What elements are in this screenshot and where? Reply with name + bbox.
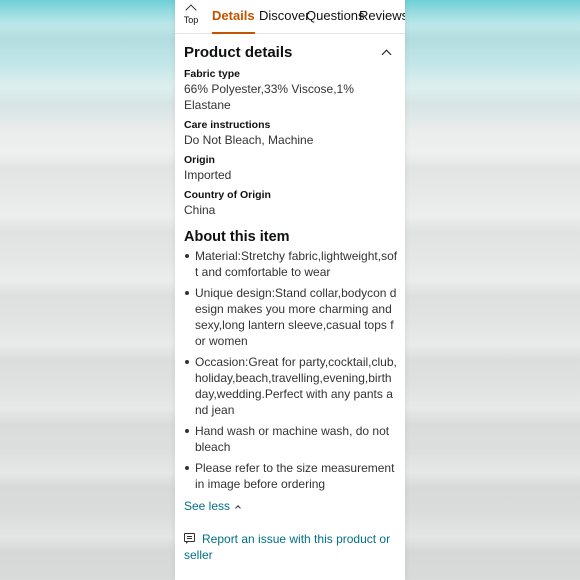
bullet-text: Unique design:Stand collar,bodycon desig… xyxy=(195,286,397,348)
background-blur-left xyxy=(0,0,175,580)
list-item: Unique design:Stand collar,bodycon desig… xyxy=(184,285,398,349)
bullet-text: Please refer to the size measurement in … xyxy=(195,461,395,491)
detail-label: Country of Origin xyxy=(184,189,271,201)
bullet-text: Occasion:Great for party,cocktail,club,h… xyxy=(195,355,397,417)
list-item: Please refer to the size measurement in … xyxy=(184,460,398,492)
product-details-heading: Product details xyxy=(184,43,293,61)
tab-questions[interactable]: Questions xyxy=(306,0,365,34)
list-item: Hand wash or machine wash, do not bleach xyxy=(184,423,398,455)
tab-details[interactable]: Details xyxy=(212,0,255,34)
detail-value: China xyxy=(184,203,216,217)
product-details-header[interactable]: Product details xyxy=(184,42,398,62)
see-less-label: See less xyxy=(184,499,231,513)
detail-value: 66% Polyester,33% Viscose,1% Elastane xyxy=(184,82,354,112)
detail-label: Fabric type xyxy=(184,68,241,80)
phone-screen: Top Details Discover Questions Reviews P… xyxy=(175,0,405,580)
detail-origin: Origin Imported xyxy=(184,154,398,183)
bullet-dot-icon xyxy=(185,254,189,258)
list-item: Occasion:Great for party,cocktail,club,h… xyxy=(184,354,398,418)
details-content: Product details Fabric type 66% Polyeste… xyxy=(184,42,398,563)
report-issue-label: Report an issue with this product or sel… xyxy=(184,532,391,562)
about-this-item-heading: About this item xyxy=(184,229,290,245)
bullet-dot-icon xyxy=(185,360,189,364)
bullet-text: Material:Stretchy fabric,lightweight,sof… xyxy=(195,249,398,279)
detail-value: Do Not Bleach, Machine xyxy=(184,133,314,147)
tab-discover[interactable]: Discover xyxy=(259,0,310,34)
tab-bar: Top Details Discover Questions Reviews xyxy=(175,0,405,34)
tab-top[interactable]: Top xyxy=(177,3,205,31)
tab-reviews[interactable]: Reviews xyxy=(359,0,405,34)
report-issue-link[interactable]: Report an issue with this product or sel… xyxy=(184,531,398,563)
detail-value: Imported xyxy=(184,168,232,182)
detail-label: Care instructions xyxy=(184,119,271,131)
chevron-up-icon xyxy=(185,4,197,16)
bullet-dot-icon xyxy=(185,291,189,295)
bullet-text: Hand wash or machine wash, do not bleach xyxy=(195,424,390,454)
about-bullet-list: Material:Stretchy fabric,lightweight,sof… xyxy=(184,248,398,492)
list-item: Material:Stretchy fabric,lightweight,sof… xyxy=(184,248,398,280)
message-icon xyxy=(184,533,195,544)
detail-label: Origin xyxy=(184,154,215,166)
detail-country-of-origin: Country of Origin China xyxy=(184,189,398,218)
caret-up-icon xyxy=(235,504,241,511)
see-less-link[interactable]: See less xyxy=(184,499,398,513)
tab-top-label: Top xyxy=(183,15,199,25)
bullet-dot-icon xyxy=(185,429,189,433)
bullet-dot-icon xyxy=(185,466,189,470)
background-blur-right xyxy=(405,0,580,580)
detail-fabric-type: Fabric type 66% Polyester,33% Viscose,1%… xyxy=(184,68,398,113)
collapse-caret-icon[interactable] xyxy=(381,49,392,59)
detail-care-instructions: Care instructions Do Not Bleach, Machine xyxy=(184,119,398,148)
